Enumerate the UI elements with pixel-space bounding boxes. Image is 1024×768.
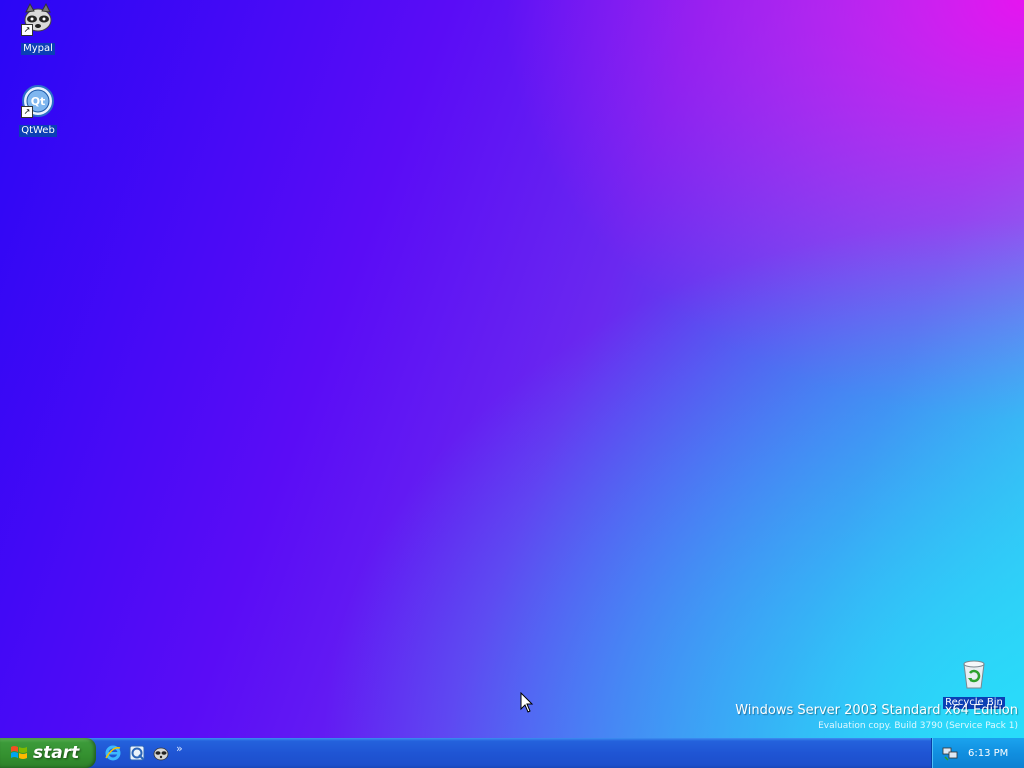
desktop-icon-label: QtWeb	[19, 125, 57, 137]
internet-explorer-icon[interactable]	[104, 744, 122, 762]
quick-launch-bar: »	[104, 738, 183, 768]
desktop-icon-mypal[interactable]: ↗ Mypal	[3, 2, 73, 55]
desktop-icon-label: Mypal	[21, 43, 55, 55]
mypal-icon[interactable]	[152, 744, 170, 762]
system-tray: 6:13 PM	[931, 738, 1024, 768]
shortcut-arrow-icon: ↗	[21, 24, 33, 36]
taskbar: start » 6:13 PM	[0, 738, 1024, 768]
desktop[interactable]: ↗ Mypal Qt ↗ QtWeb Recycle Bin Windows S…	[0, 0, 1024, 738]
taskbar-clock[interactable]: 6:13 PM	[968, 748, 1008, 759]
mouse-cursor-icon	[520, 691, 534, 718]
start-label: start	[33, 743, 80, 763]
watermark-subtitle: Evaluation copy. Build 3790 (Service Pac…	[818, 721, 1018, 731]
watermark-title: Windows Server 2003 Standard x64 Edition	[735, 703, 1018, 718]
raccoon-icon: ↗	[21, 2, 55, 36]
quick-launch-chevron[interactable]: »	[176, 742, 183, 755]
qtweb-icon[interactable]	[128, 744, 146, 762]
shortcut-arrow-icon: ↗	[21, 106, 33, 118]
start-button[interactable]: start	[0, 738, 96, 768]
windows-logo-icon	[11, 746, 27, 759]
recycle-bin-icon	[957, 656, 991, 690]
os-version-watermark: Windows Server 2003 Standard x64 Edition…	[735, 702, 1018, 732]
desktop-icon-qtweb[interactable]: Qt ↗ QtWeb	[3, 84, 73, 137]
network-icon[interactable]	[942, 745, 958, 761]
qt-icon: Qt ↗	[21, 84, 55, 118]
